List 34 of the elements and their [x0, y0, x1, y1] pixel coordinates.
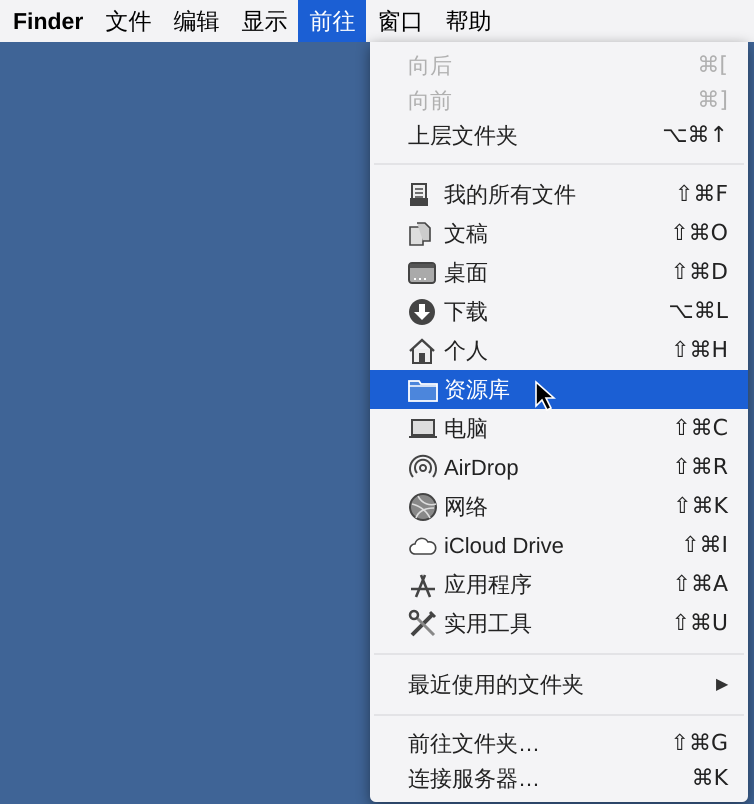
globe-icon [408, 492, 438, 522]
menu-item[interactable]: 应用程序 ⇧⌘A [370, 565, 748, 604]
download-icon [408, 298, 436, 326]
documents-icon [408, 222, 432, 246]
menu-item[interactable]: 个人 ⇧⌘H [370, 331, 748, 370]
menu-item[interactable]: 连接服务器… ⌘K [370, 761, 748, 796]
menu-item[interactable]: 网络 ⇧⌘K [370, 487, 748, 526]
menu-item[interactable]: 桌面 ⇧⌘D [370, 253, 748, 292]
menu-item[interactable]: 电脑 ⇧⌘C [370, 409, 748, 448]
menu-item[interactable]: 我的所有文件 ⇧⌘F [370, 175, 748, 214]
menu-item[interactable]: 实用工具 ⇧⌘U [370, 604, 748, 643]
menu-item[interactable]: 前往文件夹… ⇧⌘G [370, 726, 748, 761]
menu-item[interactable]: AirDrop ⇧⌘R [370, 448, 748, 487]
menu-bar-item[interactable]: 窗口 [366, 0, 434, 42]
menu-item[interactable]: 资源库 [370, 370, 748, 409]
menu-bar-item[interactable]: 显示 [230, 0, 298, 42]
menu-bar-item[interactable]: 帮助 [434, 0, 502, 42]
menu-item[interactable]: 文稿 ⇧⌘O [370, 214, 748, 253]
menu-item[interactable]: 上层文件夹 ⌥⌘↑ [370, 118, 748, 153]
menu-item[interactable]: iCloud Drive ⇧⌘I [370, 526, 748, 565]
mouse-cursor-icon [534, 380, 556, 412]
menu-item[interactable]: 最近使用的文件夹 ▶ [370, 665, 748, 704]
house-icon [408, 338, 436, 364]
drawer-icon [408, 182, 430, 206]
menu-bar-item[interactable]: 前往 [298, 0, 366, 42]
menu-bar-item[interactable]: 编辑 [162, 0, 230, 42]
laptop-icon [408, 418, 438, 438]
desktop-icon [408, 262, 436, 284]
cloud-icon [408, 536, 438, 556]
folder-icon [408, 378, 438, 402]
menu-item[interactable]: 下载 ⌥⌘L [370, 292, 748, 331]
tools-icon [408, 608, 438, 638]
menu-bar-item[interactable]: Finder [2, 0, 94, 42]
menu-bar-item[interactable]: 文件 [94, 0, 162, 42]
